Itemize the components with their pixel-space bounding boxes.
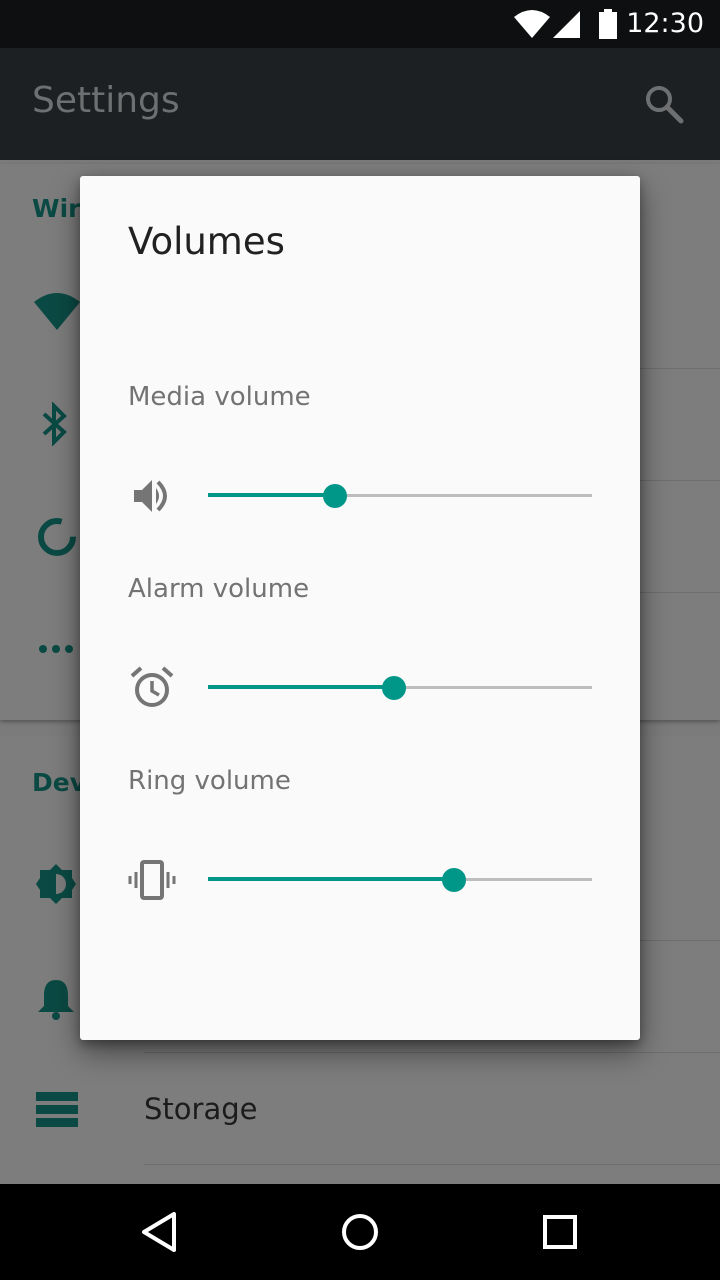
alarm-clock-icon[interactable] (128, 664, 176, 712)
slider-thumb[interactable] (382, 676, 407, 700)
home-icon[interactable] (336, 1208, 384, 1256)
speaker-icon[interactable] (128, 472, 176, 520)
media-volume-label: Media volume (128, 382, 311, 412)
status-bar: 12:30 (0, 0, 720, 48)
slider-fill (208, 685, 395, 689)
media-volume-slider[interactable] (208, 476, 592, 516)
ring-volume-label: Ring volume (128, 766, 291, 796)
cellular-signal-icon (553, 11, 580, 38)
dialog-title: Volumes (128, 220, 285, 263)
slider-thumb[interactable] (322, 484, 347, 508)
alarm-volume-slider[interactable] (208, 668, 592, 708)
wifi-icon (514, 10, 550, 38)
slider-fill (208, 877, 454, 881)
back-icon[interactable] (136, 1208, 184, 1256)
alarm-volume-label: Alarm volume (128, 574, 310, 604)
recents-icon[interactable] (536, 1208, 584, 1256)
ring-volume-slider[interactable] (208, 860, 592, 900)
slider-fill (208, 493, 335, 497)
status-time: 12:30 (626, 8, 704, 39)
navigation-bar (0, 1184, 720, 1280)
battery-icon (599, 9, 617, 39)
volumes-dialog: Volumes Media volume Alarm volume Ring v… (80, 176, 640, 1040)
slider-thumb[interactable] (441, 868, 466, 892)
vibrate-icon[interactable] (128, 856, 176, 904)
